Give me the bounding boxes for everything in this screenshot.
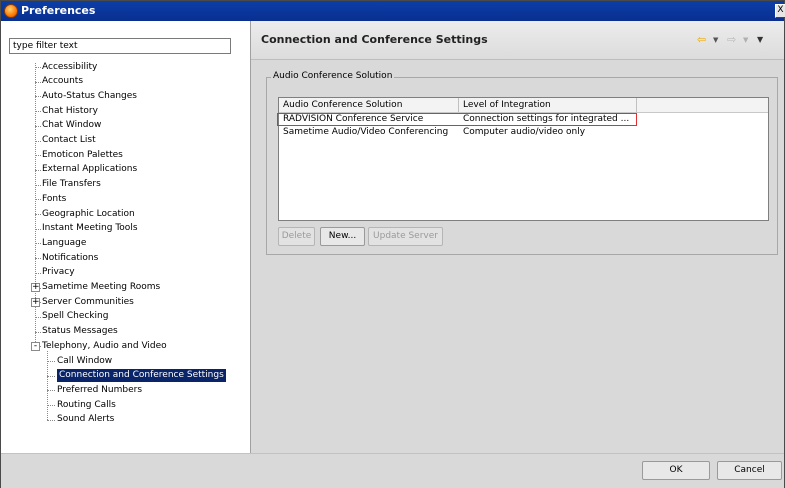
page-title: Connection and Conference Settings	[261, 33, 488, 46]
delete-button[interactable]: Delete	[278, 227, 315, 246]
tree-item[interactable]: Emoticon Palettes	[42, 149, 123, 162]
tree-item[interactable]: External Applications	[42, 163, 137, 176]
expand-icon[interactable]: +	[31, 283, 40, 292]
tree-connector	[47, 390, 55, 392]
tree-item[interactable]: Spell Checking	[42, 310, 108, 323]
back-menu-icon[interactable]: ▼	[713, 33, 718, 47]
tree-connector	[35, 228, 41, 230]
tree-item[interactable]: Language	[42, 237, 86, 250]
tree-connector	[35, 316, 41, 318]
tree-item[interactable]: Auto-Status Changes	[42, 90, 137, 103]
tree-item[interactable]: Chat Window	[42, 119, 101, 132]
update-server-button[interactable]: Update Server	[368, 227, 443, 246]
tree-connector	[35, 96, 41, 98]
dialog-button-bar: OK Cancel	[1, 453, 784, 488]
column-header-integration[interactable]: Level of Integration	[459, 98, 637, 112]
tree-item[interactable]: Instant Meeting Tools	[42, 222, 138, 235]
tree-item[interactable]: Notifications	[42, 252, 98, 265]
tree-item[interactable]: Geographic Location	[42, 208, 135, 221]
group-legend: Audio Conference Solution	[271, 71, 395, 81]
preferences-window: Preferences X AccessibilityAccounts Auto-…	[0, 0, 785, 488]
tree-connector	[35, 184, 41, 186]
collapse-icon[interactable]: -	[31, 341, 40, 351]
row-integration: Computer audio/video only	[463, 127, 586, 137]
tree-item[interactable]: File Transfers	[42, 178, 101, 191]
tree-connector	[35, 243, 41, 245]
tree-item[interactable]: Preferred Numbers	[57, 384, 142, 397]
tree-item[interactable]: Privacy	[42, 266, 75, 279]
tree-connector	[35, 81, 41, 83]
tree-item-selected[interactable]: Connection and Conference Settings	[57, 369, 226, 383]
row-solution: RADVISION Conference Service	[283, 114, 424, 124]
ok-button[interactable]: OK	[642, 461, 710, 480]
tree-connector	[47, 405, 55, 407]
table-row[interactable]: RADVISION Conference Service Connection …	[277, 113, 768, 126]
expand-icon[interactable]: +	[31, 297, 40, 307]
forward-arrow-icon[interactable]: ⇨	[727, 33, 736, 47]
tree-connector	[47, 361, 55, 362]
tree-item[interactable]: Accounts	[42, 75, 83, 88]
tree-connector	[47, 419, 55, 421]
row-solution: Sametime Audio/Video Conferencing	[283, 127, 449, 137]
column-header-solution[interactable]: Audio Conference Solution	[279, 98, 459, 112]
tree-item[interactable]: Call Window	[57, 355, 112, 368]
tree-item[interactable]: Fonts	[42, 193, 66, 206]
tree-connector	[35, 169, 41, 171]
tree-connector	[35, 199, 41, 201]
cancel-button[interactable]: Cancel	[717, 461, 782, 480]
tree-connector	[35, 258, 41, 260]
tree-item[interactable]: Sametime Meeting Rooms	[42, 281, 160, 294]
forward-menu-icon[interactable]: ▼	[743, 33, 748, 47]
solutions-table: Audio Conference Solution Level of Integ…	[277, 97, 769, 221]
tree-connector	[35, 140, 41, 142]
tree-connector	[35, 155, 41, 157]
tree-connector	[35, 67, 41, 68]
settings-panel: Connection and Conference Settings ⇦ ▼ ⇨…	[251, 21, 784, 453]
tree-connector	[35, 125, 41, 127]
row-integration: Connection settings for integrated ...	[463, 114, 630, 124]
back-arrow-icon[interactable]: ⇦	[697, 33, 706, 47]
view-menu-icon[interactable]: ▼	[757, 33, 763, 47]
preferences-tree-panel: AccessibilityAccounts Auto-Status Changes…	[1, 21, 251, 453]
window-title: Preferences	[21, 4, 96, 17]
tree-item[interactable]: Sound Alerts	[57, 413, 114, 426]
tree-item[interactable]: Routing Calls	[57, 399, 116, 412]
tree-item[interactable]: Server Communities	[42, 296, 134, 309]
tree-connector	[35, 272, 41, 274]
tree-item[interactable]: Contact List	[42, 134, 96, 147]
history-nav: ⇦ ▼ ⇨ ▼ ▼	[697, 33, 785, 47]
tree-connector	[35, 331, 41, 333]
new-button[interactable]: New...	[320, 227, 365, 246]
title-bar[interactable]: Preferences X	[1, 1, 785, 21]
tree-item[interactable]: Status Messages	[42, 325, 118, 338]
tree-item[interactable]: Telephony, Audio and Video	[42, 340, 167, 353]
app-icon	[4, 4, 18, 18]
table-header: Audio Conference Solution Level of Integ…	[279, 98, 768, 113]
tree-connector	[35, 214, 41, 215]
tree-connector	[35, 111, 41, 113]
table-row[interactable]: Sametime Audio/Video Conferencing Comput…	[279, 126, 768, 139]
tree-item[interactable]: Accessibility	[42, 61, 97, 74]
settings-header: Connection and Conference Settings ⇦ ▼ ⇨…	[251, 21, 784, 60]
close-button[interactable]: X	[775, 4, 785, 18]
tree-item[interactable]: Chat History	[42, 105, 98, 118]
preferences-tree: Accessibility Accounts Auto-Status Changes…	[1, 21, 251, 453]
tree-connector	[47, 375, 55, 377]
